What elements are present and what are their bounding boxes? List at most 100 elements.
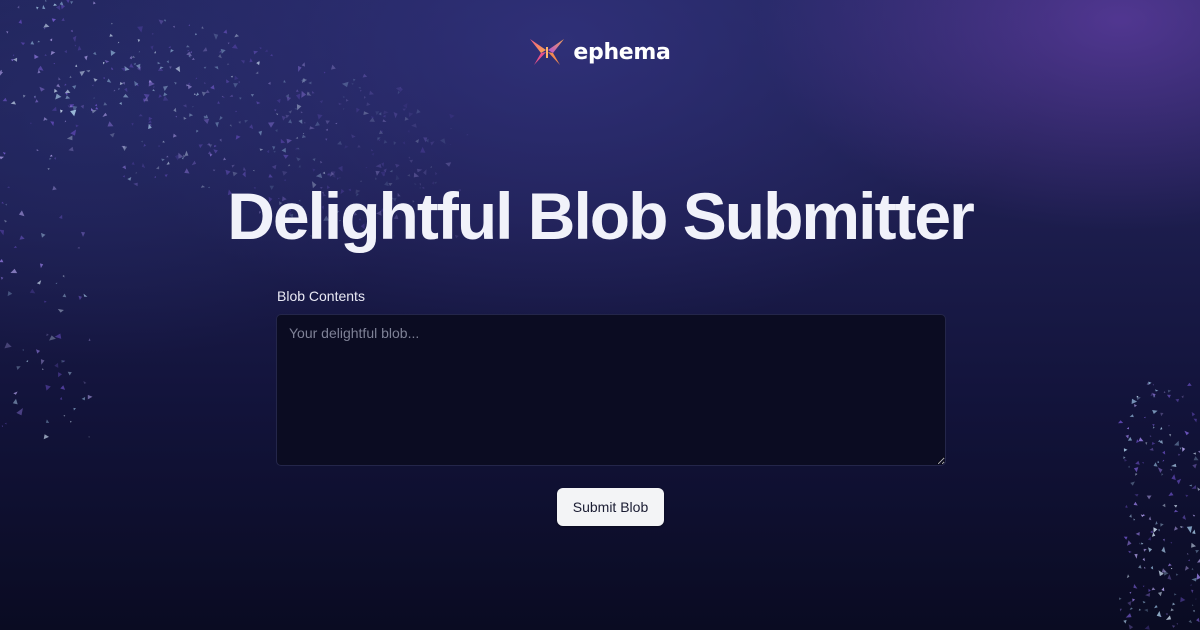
particle-shard xyxy=(60,109,63,114)
particle-shard xyxy=(308,81,312,85)
particle-shard xyxy=(430,166,433,168)
particle-shard xyxy=(209,154,213,157)
particle-shard xyxy=(294,108,297,110)
particle-shard xyxy=(148,79,153,83)
particle-shard xyxy=(6,31,9,34)
particle-shard xyxy=(1138,608,1142,611)
particle-shard xyxy=(163,95,169,101)
particle-shard xyxy=(375,111,380,116)
particle-shard xyxy=(1143,416,1146,419)
particle-shard xyxy=(1164,571,1169,576)
particle-shard xyxy=(1172,625,1176,628)
particle-shard xyxy=(148,120,152,124)
particle-shard xyxy=(301,90,307,98)
particle-shard xyxy=(1188,619,1193,624)
particle-shard xyxy=(54,362,59,368)
particle-shard xyxy=(223,29,228,34)
particle-shard xyxy=(1176,478,1182,485)
particle-shard xyxy=(306,91,311,95)
particle-shard xyxy=(1184,430,1190,436)
particle-shard xyxy=(239,97,242,100)
particle-shard xyxy=(408,112,414,118)
particle-shard xyxy=(1172,602,1176,606)
particle-shard xyxy=(203,118,210,124)
particle-shard xyxy=(370,149,374,152)
particle-shard xyxy=(283,79,286,83)
particle-shard xyxy=(0,71,3,76)
particle-shard xyxy=(370,115,375,120)
particle-shard xyxy=(60,385,66,390)
particle-shard xyxy=(58,77,61,81)
particle-shard xyxy=(1134,494,1139,497)
particle-shard xyxy=(166,161,170,165)
particle-shard xyxy=(317,114,323,120)
particle-shard xyxy=(1119,608,1122,612)
particle-shard xyxy=(1144,625,1150,630)
particle-shard xyxy=(1160,523,1164,527)
brand-header[interactable]: ephema xyxy=(0,36,1200,68)
particle-shard xyxy=(141,163,146,168)
particle-shard xyxy=(400,87,403,93)
particle-shard xyxy=(102,112,108,117)
particle-shard xyxy=(249,124,254,130)
particle-shard xyxy=(1128,624,1134,630)
particle-shard xyxy=(423,169,427,176)
particle-shard xyxy=(268,122,275,128)
particle-shard xyxy=(378,112,382,116)
particle-shard xyxy=(119,81,124,85)
particle-shard xyxy=(138,114,143,117)
particle-shard xyxy=(49,335,56,341)
particle-shard xyxy=(314,121,320,127)
particle-shard xyxy=(306,91,312,96)
particle-shard xyxy=(122,81,125,85)
particle-shard xyxy=(1161,473,1164,476)
particle-shard xyxy=(1154,605,1158,609)
particle-shard xyxy=(352,78,356,82)
particle-shard xyxy=(64,89,71,94)
particle-shard xyxy=(255,71,259,74)
particle-shard xyxy=(2,152,6,155)
particle-shard xyxy=(1153,395,1156,398)
particle-shard xyxy=(1175,573,1179,576)
particle-shard xyxy=(1128,550,1132,553)
particle-shard xyxy=(47,168,50,170)
particle-shard xyxy=(1167,563,1172,567)
particle-shard xyxy=(1153,527,1158,533)
particle-shard xyxy=(281,115,286,121)
particle-shard xyxy=(1145,592,1151,597)
particle-shard xyxy=(256,101,261,105)
particle-shard xyxy=(54,88,58,93)
particle-shard xyxy=(1162,450,1166,455)
particle-shard xyxy=(449,144,452,146)
particle-shard xyxy=(393,112,398,119)
particle-shard xyxy=(55,282,58,285)
particle-shard xyxy=(205,89,210,93)
particle-shard xyxy=(36,349,41,354)
particle-shard xyxy=(1171,463,1177,467)
particle-shard xyxy=(1152,410,1158,414)
particle-shard xyxy=(39,263,44,269)
particle-shard xyxy=(1169,434,1172,437)
particle-shard xyxy=(1150,530,1153,534)
particle-shard xyxy=(182,104,187,108)
particle-shard xyxy=(23,94,26,98)
blob-contents-textarea[interactable] xyxy=(276,314,946,466)
particle-shard xyxy=(42,4,46,10)
particle-shard xyxy=(1138,437,1144,442)
particle-shard xyxy=(1,425,3,427)
particle-shard xyxy=(1123,456,1126,459)
submit-blob-button[interactable]: Submit Blob xyxy=(557,488,664,526)
particle-shard xyxy=(445,162,452,167)
particle-shard xyxy=(213,149,218,154)
particle-shard xyxy=(37,69,41,74)
particle-shard xyxy=(280,138,286,144)
particle-shard xyxy=(1157,439,1162,442)
particle-shard xyxy=(183,154,186,158)
particle-shard xyxy=(103,102,108,106)
particle-shard xyxy=(49,157,52,160)
particle-shard xyxy=(43,23,50,28)
particle-shard xyxy=(1148,381,1152,385)
particle-shard xyxy=(1125,434,1129,439)
particle-shard xyxy=(327,173,331,176)
particle-shard xyxy=(208,144,213,148)
